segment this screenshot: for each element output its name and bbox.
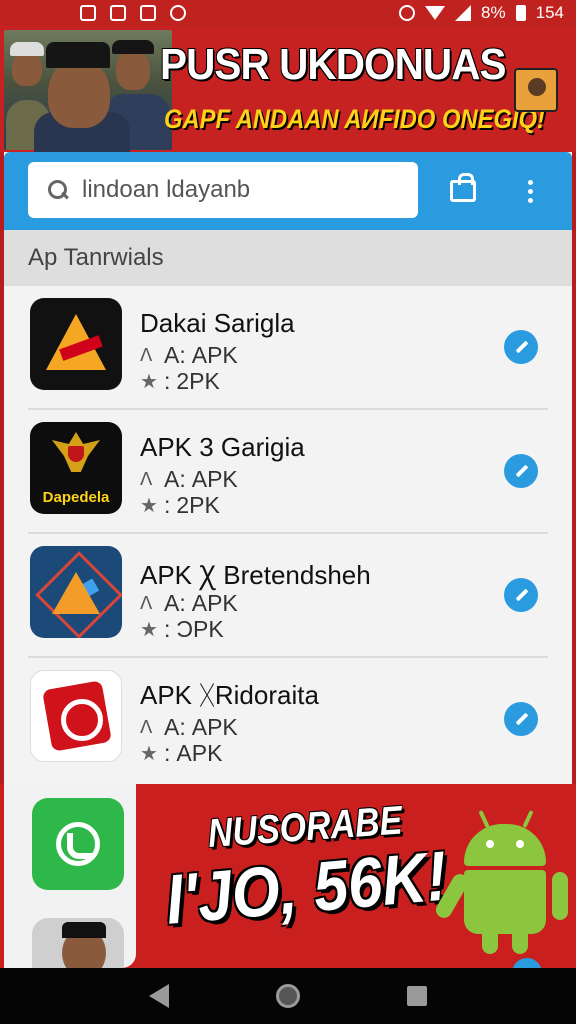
message-notification-icon <box>110 5 126 21</box>
overflow-menu-icon[interactable] <box>528 180 534 204</box>
list-item[interactable]: APK Ꭓ Bretendsheh ᐱ A: APK ★: ϽPK <box>28 534 548 658</box>
star-icon: ★ <box>140 371 158 393</box>
rating-value: APK <box>176 740 223 766</box>
app-rating: ★: APK <box>140 740 222 767</box>
list-item[interactable]: Dapedela APK 3 Garigia ᐱ A: APK ★: 2PK <box>28 410 548 534</box>
alarm-icon <box>399 5 416 21</box>
rating-value: 2PK <box>176 368 220 394</box>
list-item[interactable]: Dakai Sarigla ᐱ A: APK ★: 2PK <box>28 286 548 410</box>
battery-percent: 8% <box>481 3 506 22</box>
developer-value: APK <box>191 342 238 368</box>
app-developer: ᐱ A: APK <box>140 466 238 493</box>
developer-value: APK <box>191 714 238 740</box>
star-icon: ★ <box>140 619 158 641</box>
partial-edit-button[interactable] <box>512 958 542 968</box>
phone-icon <box>56 822 100 866</box>
developer-prefix: A: <box>164 714 186 740</box>
app-developer: ᐱ A: APK <box>140 590 238 617</box>
section-header: Ap Tanrwials <box>4 230 572 286</box>
app-developer: ᐱ A: APK <box>140 342 238 369</box>
banner-photo <box>4 30 172 152</box>
developer-prefix: A: <box>164 342 186 368</box>
app-name: APK Ꭓ Bretendsheh <box>140 560 371 590</box>
rating-prefix: : <box>164 368 171 394</box>
status-bar-left <box>80 5 186 21</box>
developer-icon: ᐱ <box>140 345 153 365</box>
edit-button[interactable] <box>504 578 538 612</box>
gallery-notification-icon <box>140 5 156 21</box>
blue-stroke <box>62 578 100 608</box>
app-rating: ★: 2PK <box>140 368 220 395</box>
rating-prefix: : <box>164 616 171 642</box>
red-sticker-icon <box>30 670 122 762</box>
search-toolbar: lindoan ldayanb <box>4 152 572 230</box>
app-icon-label: Dapedela <box>42 489 110 506</box>
home-icon[interactable] <box>275 984 300 1008</box>
promo-offer: I'JO, 56K! <box>162 836 451 939</box>
banner-subtitle: GAPF ANDAAN AИFIDO ONEGIQ! <box>164 104 545 134</box>
android-robot-icon <box>433 806 568 956</box>
app-name: Dakai Sarigla <box>140 308 295 338</box>
promo-app-column <box>4 784 136 968</box>
banner-logo <box>514 68 558 112</box>
edit-button[interactable] <box>504 454 538 488</box>
developer-icon: ᐱ <box>140 717 153 737</box>
star-icon: ★ <box>140 495 158 517</box>
person-thumbnail[interactable] <box>32 918 124 968</box>
navigation-bar <box>0 968 576 1024</box>
app-list-panel: lindoan ldayanb Ap Tanrwials Dakai Sarig… <box>4 152 572 784</box>
photo-notification-icon <box>80 5 96 21</box>
battery-icon <box>515 5 526 21</box>
star-icon: ★ <box>140 743 158 765</box>
garuda-emblem-icon: Dapedela <box>30 422 122 514</box>
app-name: APK 3 Garigia <box>140 432 305 462</box>
phone-app-icon[interactable] <box>32 798 124 890</box>
recents-icon[interactable] <box>406 986 427 1006</box>
app-name: APK ᚷRidoraita <box>140 680 319 710</box>
rating-value: ϽPK <box>176 616 224 642</box>
clock: 154 <box>535 3 564 22</box>
app-rating: ★: 2PK <box>140 492 220 519</box>
promo-banner[interactable]: NUSORABE I'JO, 56K! <box>0 784 576 968</box>
developer-value: APK <box>191 590 238 616</box>
developer-icon: ᐱ <box>140 469 153 489</box>
status-bar-right: 8% 154 <box>399 3 564 23</box>
search-query: lindoan ldayanb <box>82 176 251 203</box>
top-banner[interactable]: PUSR UKDONUAS GAPF ANDAAN AИFIDO ONEGIQ! <box>0 26 576 152</box>
rating-prefix: : <box>164 740 171 766</box>
diamond-logo-icon <box>30 546 122 638</box>
developer-icon: ᐱ <box>140 593 153 613</box>
store-bag-icon[interactable] <box>450 173 476 202</box>
search-input[interactable]: lindoan ldayanb <box>28 162 418 218</box>
app-developer: ᐱ A: APK <box>140 714 238 741</box>
shield-shape <box>68 446 84 462</box>
app-list: Dakai Sarigla ᐱ A: APK ★: 2PK Dapedela AP… <box>4 286 572 782</box>
status-bar: 8% 154 <box>0 0 576 26</box>
app-rating: ★: ϽPK <box>140 616 224 643</box>
developer-value: APK <box>191 466 238 492</box>
list-item[interactable]: APK ᚷRidoraita ᐱ A: APK ★: APK <box>28 658 548 782</box>
developer-prefix: A: <box>164 466 186 492</box>
search-icon <box>48 180 68 200</box>
rating-prefix: : <box>164 492 171 518</box>
edit-button[interactable] <box>504 330 538 364</box>
signal-icon <box>455 5 472 21</box>
edit-button[interactable] <box>504 702 538 736</box>
back-icon[interactable] <box>149 984 170 1008</box>
blocked-notification-icon <box>170 5 186 21</box>
rating-value: 2PK <box>176 492 220 518</box>
wifi-icon <box>425 6 446 20</box>
banner-title: PUSR UKDONUAS <box>160 40 507 89</box>
developer-prefix: A: <box>164 590 186 616</box>
triangle-logo-icon <box>30 298 122 390</box>
